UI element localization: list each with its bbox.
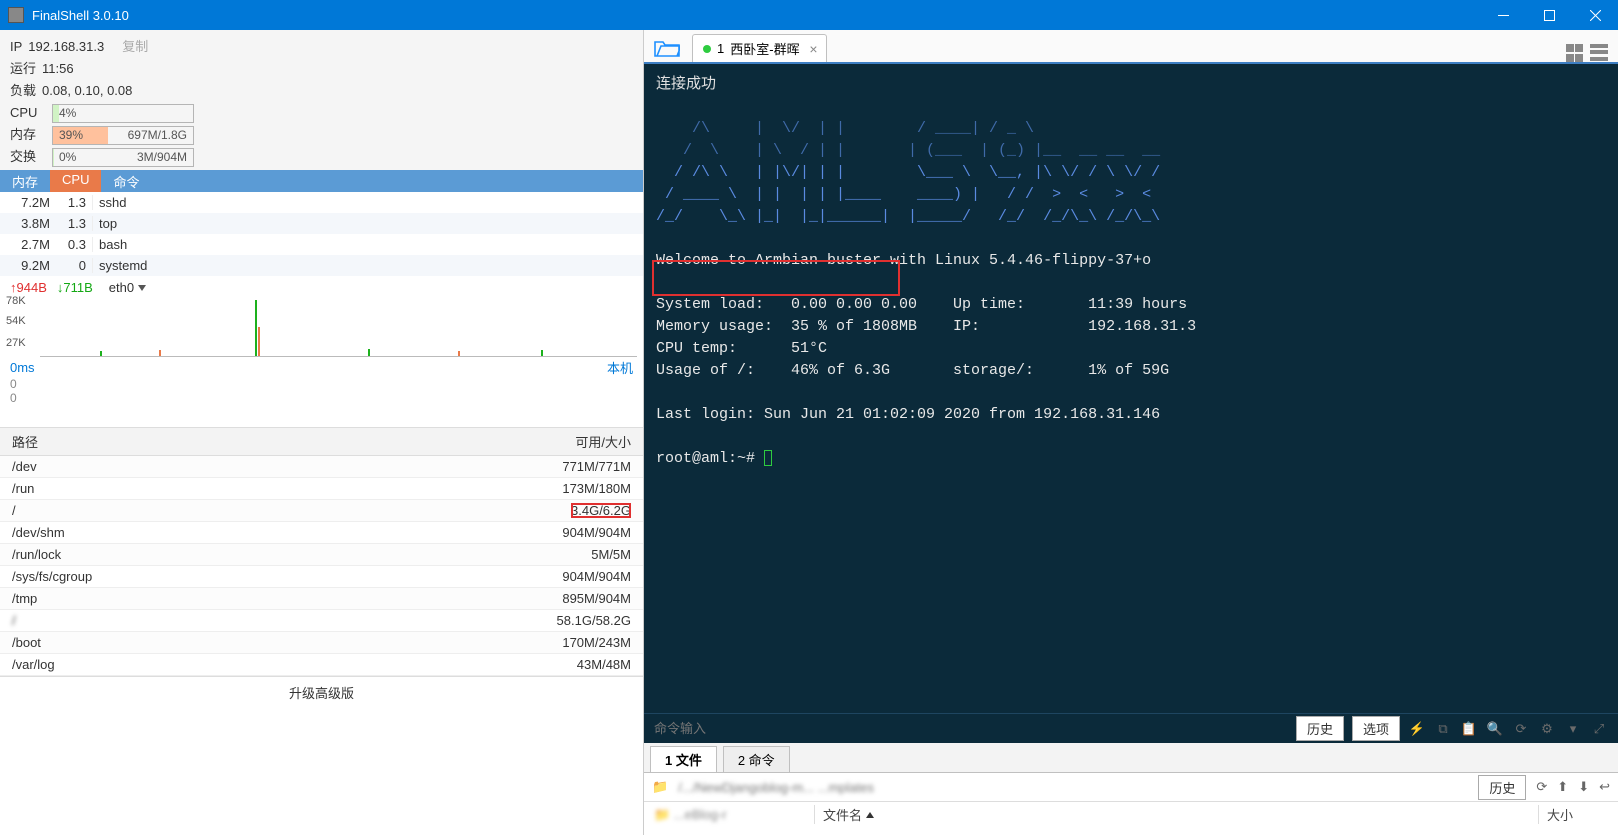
col-filename[interactable]: 文件名 — [814, 805, 894, 824]
net-up: 944B — [17, 280, 47, 295]
tab-file[interactable]: 1 文件 — [650, 746, 717, 772]
process-row[interactable]: 9.2M0systemd — [0, 255, 643, 276]
disk-row[interactable]: /var/log43M/48M — [0, 654, 643, 676]
minimize-button[interactable] — [1480, 0, 1526, 30]
ping-line: 0ms 本机 — [0, 357, 643, 377]
network-line: ↑944B ↓711B eth0 — [0, 276, 643, 295]
disk-row[interactable]: /boot170M/243M — [0, 632, 643, 654]
ip-value: 192.168.31.3 — [28, 36, 104, 58]
bottom-tabs: 1 文件 2 命令 — [644, 743, 1618, 773]
history-button[interactable]: 历史 — [1296, 716, 1344, 741]
swap-label: 交换 — [10, 146, 46, 168]
highlight-box — [652, 260, 900, 296]
disk-row[interactable]: /run173M/180M — [0, 478, 643, 500]
upgrade-link[interactable]: 升级高级版 — [0, 676, 643, 708]
search-icon[interactable]: 🔍 — [1486, 720, 1504, 738]
load-label: 负载 — [10, 80, 36, 102]
upload-icon[interactable]: ⬆ — [1557, 779, 1568, 795]
process-row[interactable]: 3.8M1.3top — [0, 213, 643, 234]
ping-ms: 0ms — [10, 360, 35, 375]
ping-host: 本机 — [607, 358, 633, 377]
tab-index: 1 — [717, 41, 724, 56]
tab-command[interactable]: 2 命令 — [723, 746, 790, 772]
file-browser: 📁 /.../NewDjangoblog-m... ...mplates 历史 … — [644, 773, 1618, 835]
close-button[interactable] — [1572, 0, 1618, 30]
proc-tab-cpu[interactable]: CPU — [50, 170, 101, 192]
connection-tab[interactable]: 1 西卧室-群晖 × — [692, 34, 827, 62]
chevron-down-icon[interactable]: ▾ — [1564, 720, 1582, 738]
mem-label: 内存 — [10, 124, 46, 146]
net-down: 711B — [63, 280, 92, 295]
command-bar: 历史 选项 ⚡ ⧉ 📋 🔍 ⟳ ⚙ ▾ ⤢ — [644, 713, 1618, 743]
gear-icon[interactable]: ⚙ — [1538, 720, 1556, 738]
connection-tabs: 1 西卧室-群晖 × — [644, 30, 1618, 64]
disk-row[interactable]: /dev771M/771M — [0, 456, 643, 478]
swap-meter: 0% 3M/904M — [52, 148, 194, 167]
process-list: 7.2M1.3sshd3.8M1.3top2.7M0.3bash9.2M0sys… — [0, 192, 643, 276]
col-size[interactable]: 大小 — [1538, 805, 1618, 824]
ip-label: IP — [10, 36, 22, 58]
list-view-icon[interactable] — [1590, 44, 1608, 62]
options-button[interactable]: 选项 — [1352, 716, 1400, 741]
interface-dropdown[interactable]: eth0 — [109, 280, 146, 295]
folder-icon: 📁 — [652, 779, 668, 795]
open-folder-icon[interactable] — [650, 34, 684, 62]
app-title: FinalShell 3.0.10 — [32, 8, 129, 23]
runtime-value: 11:56 — [42, 58, 74, 80]
cpu-label: CPU — [10, 102, 46, 124]
maximize-button[interactable] — [1526, 0, 1572, 30]
chevron-down-icon — [138, 285, 146, 291]
expand-icon[interactable]: ⤢ — [1590, 720, 1608, 738]
file-history-button[interactable]: 历史 — [1478, 775, 1526, 800]
mem-meter: 39% 697M/1.8G — [52, 126, 194, 145]
disk-row[interactable]: /58.1G/58.2G — [0, 610, 643, 632]
title-bar: FinalShell 3.0.10 — [0, 0, 1618, 30]
copy-icon[interactable]: ⧉ — [1434, 720, 1452, 738]
status-dot-icon — [703, 45, 711, 53]
proc-tab-memory[interactable]: 内存 — [0, 170, 50, 192]
tab-close-icon[interactable]: × — [809, 41, 817, 57]
paste-icon[interactable]: 📋 — [1460, 720, 1478, 738]
disk-row[interactable]: /3.4G/6.2G — [0, 500, 643, 522]
disk-col-path: 路径 — [12, 432, 38, 451]
refresh-icon[interactable]: ⟳ — [1536, 779, 1547, 795]
disk-row[interactable]: /tmp895M/904M — [0, 588, 643, 610]
disk-row[interactable]: /run/lock5M/5M — [0, 544, 643, 566]
refresh-icon[interactable]: ⟳ — [1512, 720, 1530, 738]
cpu-meter: 4% — [52, 104, 194, 123]
sort-asc-icon — [866, 812, 874, 818]
bolt-icon[interactable]: ⚡ — [1408, 720, 1426, 738]
terminal[interactable]: 连接成功 /\ | \/ | | / ____| / _ \ / \ | \ /… — [644, 64, 1618, 713]
grid-view-icon[interactable] — [1566, 44, 1584, 62]
copy-button[interactable]: 复制 — [122, 36, 148, 58]
app-icon — [8, 7, 24, 23]
process-row[interactable]: 2.7M0.3bash — [0, 234, 643, 255]
load-value: 0.08, 0.10, 0.08 — [42, 80, 132, 102]
process-row[interactable]: 7.2M1.3sshd — [0, 192, 643, 213]
system-info: IP 192.168.31.3 复制 运行 11:56 负载 0.08, 0.1… — [0, 30, 643, 170]
tab-title: 西卧室-群晖 — [730, 39, 799, 58]
network-graph: 78K 54K 27K — [0, 295, 643, 357]
runtime-label: 运行 — [10, 58, 36, 80]
disk-col-avail: 可用/大小 — [575, 432, 631, 451]
disk-list: /dev771M/771M/run173M/180M/3.4G/6.2G/dev… — [0, 456, 643, 676]
command-input[interactable] — [654, 721, 1288, 736]
disk-header: 路径 可用/大小 — [0, 427, 643, 456]
back-icon[interactable]: ↩ — [1599, 779, 1610, 795]
disk-row[interactable]: /sys/fs/cgroup904M/904M — [0, 566, 643, 588]
path-text: /.../NewDjangoblog-m... ...mplates — [678, 780, 874, 795]
ping-graph: 0 0 — [0, 377, 643, 427]
proc-tab-command[interactable]: 命令 — [101, 170, 151, 192]
download-icon[interactable]: ⬇ — [1578, 779, 1589, 795]
process-tabs: 内存 CPU 命令 — [0, 170, 643, 192]
disk-row[interactable]: /dev/shm904M/904M — [0, 522, 643, 544]
file-row[interactable]: 📁 ...eBlog-r — [644, 807, 814, 823]
